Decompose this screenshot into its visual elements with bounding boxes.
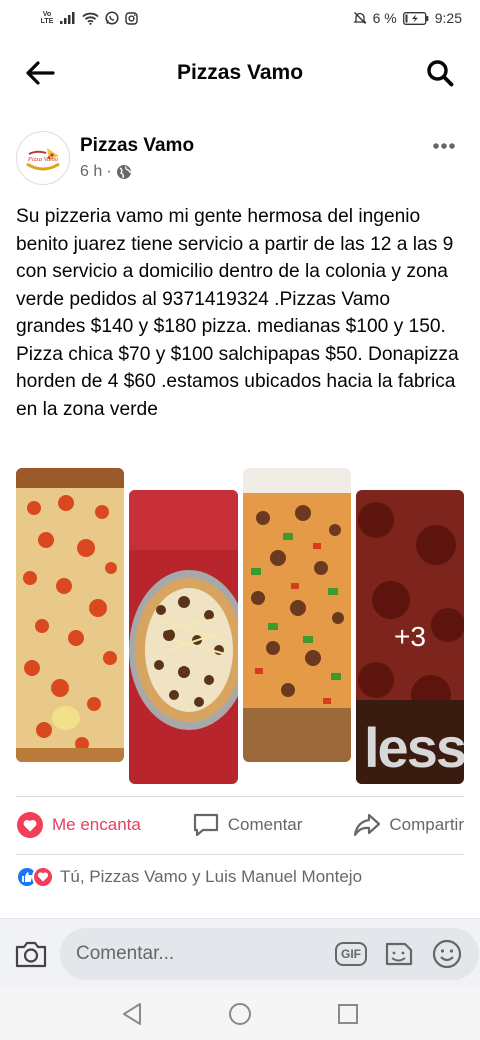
whatsapp-icon	[105, 11, 119, 25]
comment-box: GIF	[60, 927, 479, 980]
reaction-icons	[16, 866, 54, 888]
nav-back-button[interactable]	[118, 1000, 146, 1028]
heart-icon	[17, 812, 43, 838]
status-right: 6 % 9:25	[353, 10, 462, 26]
photo-4[interactable]: +3 less	[356, 490, 464, 784]
photo-2[interactable]	[129, 490, 238, 784]
wifi-icon	[82, 12, 99, 25]
circle-home-icon	[229, 1003, 251, 1025]
battery-percent: 6 %	[372, 10, 397, 26]
page-title: Pizzas Vamo	[176, 61, 304, 84]
comment-input[interactable]	[76, 942, 321, 965]
mute-icon	[353, 11, 367, 25]
share-arrow-icon	[354, 813, 381, 837]
post-more-button[interactable]	[432, 130, 456, 156]
post-header: Pizza Vamo Pizzas Vamo 6 h ·	[16, 128, 464, 188]
divider-bottom	[16, 854, 464, 855]
camera-button[interactable]	[14, 930, 48, 978]
post-time-row: 6 h ·	[80, 163, 194, 181]
emoji-button[interactable]	[429, 936, 465, 972]
back-arrow-icon	[26, 61, 55, 85]
svg-text:Pizza Vamo: Pizza Vamo	[27, 156, 59, 163]
photo-strip: +3 less	[16, 468, 464, 784]
system-nav-bar	[0, 988, 480, 1040]
nav-home-button[interactable]	[226, 1000, 254, 1028]
reactions-text: Tú, Pizzas Vamo y Luis Manuel Montejo	[60, 867, 363, 886]
comment-button[interactable]: Comentar	[192, 812, 303, 838]
share-label: Compartir	[389, 815, 464, 834]
nav-recents-button[interactable]	[334, 1000, 362, 1028]
emoji-icon	[432, 939, 462, 968]
post-time[interactable]: 6 h	[80, 163, 102, 181]
more-options-icon	[433, 143, 455, 149]
love-reaction-icon	[32, 866, 54, 888]
gif-button[interactable]: GIF	[333, 936, 369, 972]
like-button[interactable]: Me encanta	[16, 811, 141, 839]
volte-icon: Vo LTE	[40, 11, 54, 25]
post-text: Su pizzeria vamo mi gente hermosa del in…	[16, 206, 459, 420]
app-header: Pizzas Vamo	[0, 36, 480, 110]
photo-3[interactable]	[243, 468, 351, 762]
photo-1[interactable]	[16, 468, 124, 762]
more-photos-count: +3	[394, 621, 426, 652]
status-bar: Vo LTE 6 % 9:25	[0, 0, 480, 36]
instagram-icon	[125, 11, 138, 25]
volte-top: Vo	[42, 11, 52, 18]
avatar[interactable]: Pizza Vamo	[16, 131, 70, 185]
like-label: Me encanta	[52, 815, 141, 834]
reactions-summary[interactable]: Tú, Pizzas Vamo y Luis Manuel Montejo	[16, 866, 362, 888]
share-button[interactable]: Compartir	[353, 812, 464, 838]
action-bar: Me encanta Comentar Compartir	[16, 798, 464, 852]
square-recents-icon	[338, 1004, 358, 1024]
status-left: Vo LTE	[40, 11, 138, 25]
triangle-back-icon	[123, 1003, 141, 1025]
time-separator: ·	[106, 163, 112, 180]
gif-icon: GIF	[335, 941, 367, 966]
search-button[interactable]	[420, 53, 460, 93]
sticker-button[interactable]	[381, 936, 417, 972]
sticker-icon	[385, 942, 413, 965]
comment-composer: GIF	[0, 918, 480, 988]
search-icon	[427, 60, 454, 87]
pizza-photo-1	[16, 468, 124, 762]
comment-bubble-icon	[193, 813, 218, 837]
back-button[interactable]	[20, 53, 60, 93]
post-author[interactable]: Pizzas Vamo	[80, 135, 194, 157]
clock: 9:25	[434, 10, 462, 26]
pizza-photo-2	[129, 490, 238, 784]
comment-label: Comentar	[227, 815, 303, 834]
pizzas-vamo-logo: Pizza Vamo	[21, 136, 65, 180]
battery-charging-icon	[402, 11, 429, 25]
signal-icon	[60, 12, 76, 24]
volte-bottom: LTE	[40, 18, 54, 25]
post-meta: Pizzas Vamo 6 h ·	[80, 135, 194, 181]
divider-top	[16, 796, 464, 797]
pizza-photo-3	[243, 468, 351, 762]
photo-4-overlay-text: less	[364, 716, 464, 779]
globe-icon	[116, 165, 131, 179]
camera-icon	[15, 941, 47, 967]
